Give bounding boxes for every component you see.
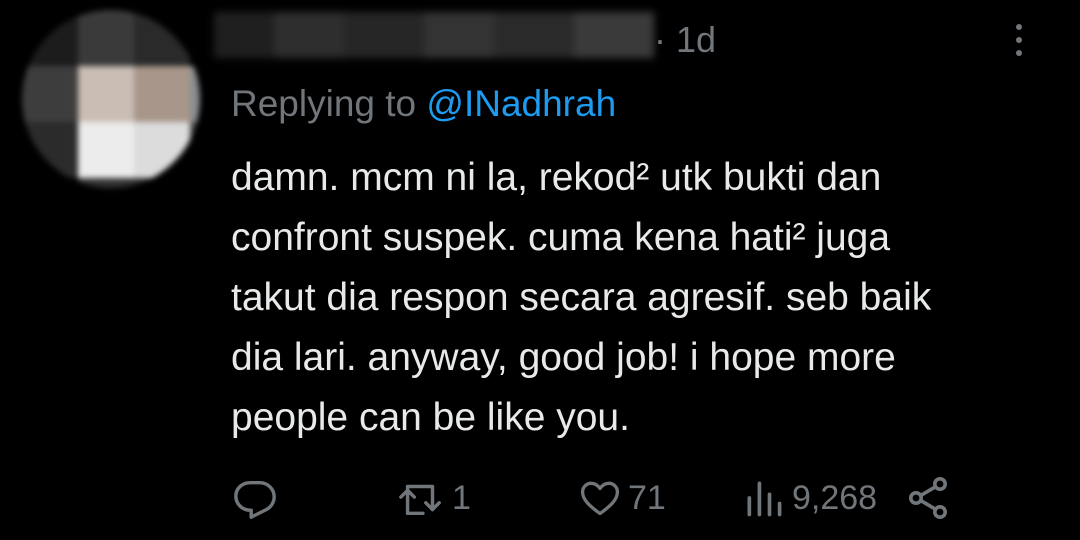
tweet-text-line: dia lari. anyway, good job! i hope more: [231, 336, 896, 379]
more-button[interactable]: [1004, 16, 1034, 64]
tweet-text-line: damn. mcm ni la, rekod² utk bukti dan: [231, 156, 882, 199]
display-name[interactable]: [214, 8, 654, 64]
like-count: 71: [628, 479, 666, 517]
more-icon: [1016, 24, 1022, 56]
replying-to: Replying to @INadhrah: [231, 80, 616, 128]
reply-button[interactable]: [232, 468, 278, 528]
tweet-text-line: people can be like you.: [231, 396, 630, 439]
like-button[interactable]: 71: [578, 468, 666, 528]
retweet-icon: [396, 475, 446, 521]
action-bar: 1 71 9,268: [0, 468, 1080, 528]
share-button[interactable]: [904, 468, 952, 528]
share-icon: [904, 474, 952, 522]
heart-icon: [578, 476, 622, 520]
views-count: 9,268: [792, 479, 878, 517]
reply-icon: [232, 475, 278, 521]
views-button[interactable]: 9,268: [742, 468, 877, 528]
tweet-text-line: takut dia respon secara agresif. seb bai…: [231, 276, 932, 319]
tweet-text-line: confront suspek. cuma kena hati² juga: [231, 216, 891, 259]
tweet-timestamp[interactable]: · 1d: [654, 18, 716, 62]
tweet-text: damn. mcm ni la, rekod² utk bukti dan co…: [231, 148, 1051, 448]
tweet: · 1d Replying to @INadhrah damn. mcm ni …: [0, 0, 1080, 540]
avatar[interactable]: [22, 10, 200, 188]
reply-handle-link[interactable]: @INadhrah: [426, 83, 616, 124]
retweet-count: 1: [452, 479, 471, 517]
replying-to-label: Replying to: [231, 83, 427, 124]
retweet-button[interactable]: 1: [396, 468, 471, 528]
views-icon: [742, 476, 786, 520]
